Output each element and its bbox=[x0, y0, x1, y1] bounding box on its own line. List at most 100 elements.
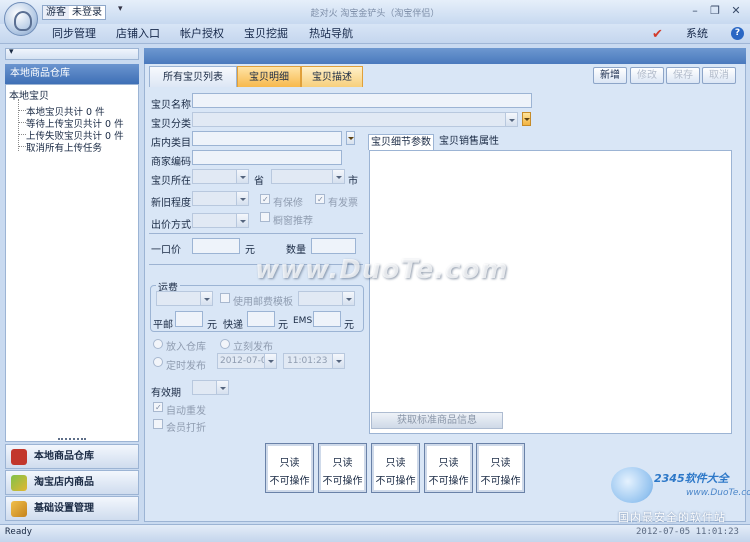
tree-item-cancel-all[interactable]: 取消所有上传任务 bbox=[26, 140, 102, 154]
edit-button[interactable]: 修改 bbox=[630, 67, 664, 84]
minimize-button[interactable]: – bbox=[688, 4, 702, 18]
shop-category-input[interactable] bbox=[192, 131, 342, 146]
to-warehouse-radio[interactable] bbox=[153, 339, 163, 349]
province-label: 省 bbox=[254, 176, 264, 187]
ems-unit: 元 bbox=[344, 320, 354, 331]
tree-root-local-items[interactable]: 本地宝贝 bbox=[9, 87, 49, 102]
cube-icon bbox=[11, 475, 27, 491]
tab-detail-params[interactable]: 宝贝细节参数 bbox=[368, 134, 434, 150]
freight-template-select[interactable] bbox=[298, 291, 355, 306]
tab-sales-attributes[interactable]: 宝贝销售属性 bbox=[436, 134, 502, 150]
recommend-label: 橱窗推荐 bbox=[273, 216, 313, 227]
readonly-note: 不可操作 bbox=[269, 476, 310, 487]
menu-hot-sites[interactable]: 热站导航 bbox=[309, 26, 353, 42]
chevron-down-icon bbox=[332, 170, 344, 183]
sale-method-select[interactable] bbox=[192, 213, 249, 228]
readonly-note: 不可操作 bbox=[375, 476, 416, 487]
merchant-code-input[interactable] bbox=[192, 150, 342, 165]
not-logged-in-label[interactable]: 未登录 bbox=[69, 6, 105, 19]
close-button[interactable]: ✕ bbox=[729, 4, 743, 18]
tab-item-description[interactable]: 宝贝描述 bbox=[301, 66, 363, 87]
city-label: 市 bbox=[348, 176, 358, 187]
tree-connector bbox=[18, 146, 26, 147]
express-fee-input[interactable] bbox=[247, 311, 275, 327]
price-unit-label: 元 bbox=[245, 245, 255, 256]
province-select[interactable] bbox=[192, 169, 249, 184]
readonly-slot: 只读 不可操作 bbox=[371, 443, 420, 493]
left-pane-collapse-strip[interactable]: ▾ bbox=[5, 47, 139, 60]
detail-params-panel[interactable] bbox=[369, 150, 732, 434]
menu-item-mining[interactable]: 宝贝挖掘 bbox=[244, 26, 288, 42]
tab-item-detail[interactable]: 宝贝明细 bbox=[237, 66, 301, 87]
readonly-label: 只读 bbox=[332, 458, 353, 469]
quantity-input[interactable] bbox=[311, 238, 356, 254]
shop-category-label: 店内类目 bbox=[151, 138, 191, 149]
auto-repost-checkbox[interactable] bbox=[153, 402, 163, 412]
local-item-tree: 本地宝贝 本地宝贝共计 0 件 等待上传宝贝共计 0 件 上传失败宝贝共计 0 … bbox=[5, 84, 139, 442]
get-standard-info-button[interactable]: 获取标准商品信息 bbox=[371, 412, 503, 429]
category-picker-button[interactable] bbox=[522, 112, 531, 126]
publish-now-radio[interactable] bbox=[220, 339, 230, 349]
chevron-down-icon bbox=[200, 292, 212, 305]
nav-shop-items[interactable]: 淘宝店内商品 bbox=[5, 470, 139, 495]
taobao-icon bbox=[11, 449, 27, 465]
menu-shop-entry[interactable]: 店铺入口 bbox=[116, 26, 160, 42]
watermark-brand: 2345软件大全 bbox=[654, 472, 729, 485]
ems-label: EMS bbox=[293, 316, 313, 326]
warranty-checkbox[interactable] bbox=[260, 194, 270, 204]
location-label: 宝贝所在 bbox=[151, 176, 191, 187]
status-text: Ready bbox=[5, 527, 33, 537]
help-icon[interactable]: ? bbox=[731, 27, 744, 40]
item-category-select[interactable] bbox=[192, 112, 518, 127]
add-button[interactable]: 新增 bbox=[593, 67, 627, 84]
watermark-slogan: 国内最安全的软件站 bbox=[618, 511, 726, 524]
quick-access-dropdown-icon[interactable]: ▾ bbox=[118, 4, 123, 14]
menu-sync-manage[interactable]: 同步管理 bbox=[52, 26, 96, 42]
nav-local-warehouse[interactable]: 本地商品仓库 bbox=[5, 444, 139, 469]
use-template-checkbox[interactable] bbox=[220, 293, 230, 303]
vip-discount-checkbox[interactable] bbox=[153, 419, 163, 429]
readonly-slot: 只读 不可操作 bbox=[318, 443, 367, 493]
left-pane-header: 本地商品仓库 bbox=[5, 64, 139, 84]
shop-category-dropdown-button[interactable] bbox=[346, 131, 355, 145]
invoice-label: 有发票 bbox=[328, 198, 358, 209]
save-button[interactable]: 保存 bbox=[666, 67, 700, 84]
readonly-note: 不可操作 bbox=[480, 476, 521, 487]
tab-all-items[interactable]: 所有宝贝列表 bbox=[149, 66, 237, 87]
condition-select[interactable] bbox=[192, 191, 249, 206]
splitter-grip[interactable] bbox=[58, 438, 86, 442]
validity-label: 有效期 bbox=[151, 388, 181, 399]
app-menu-orb-icon[interactable] bbox=[4, 2, 38, 36]
price-input[interactable] bbox=[192, 238, 240, 254]
nav-label: 本地商品仓库 bbox=[34, 451, 94, 462]
tree-connector bbox=[18, 122, 26, 123]
cancel-button[interactable]: 取消 bbox=[702, 67, 736, 84]
chevron-down-icon bbox=[216, 381, 228, 394]
tree-connector bbox=[18, 99, 19, 151]
publish-time-value: 11:01:23 bbox=[287, 356, 328, 366]
tools-icon[interactable]: ✔ bbox=[652, 27, 663, 42]
scheduled-radio[interactable] bbox=[153, 357, 163, 367]
item-name-input[interactable] bbox=[192, 93, 532, 108]
chevron-down-icon bbox=[236, 192, 248, 205]
publish-time-stepper[interactable]: 11:01:23 bbox=[283, 353, 345, 369]
city-select[interactable] bbox=[271, 169, 345, 184]
validity-select[interactable] bbox=[192, 380, 229, 395]
watermark-logo-icon bbox=[611, 467, 653, 503]
freight-payer-select[interactable] bbox=[156, 291, 213, 306]
restore-button[interactable]: ❐ bbox=[708, 4, 722, 18]
invoice-checkbox[interactable] bbox=[315, 194, 325, 204]
chevron-down-icon bbox=[236, 170, 248, 183]
surface-mail-label: 平邮 bbox=[153, 320, 173, 331]
item-category-label: 宝贝分类 bbox=[151, 119, 191, 130]
ems-fee-input[interactable] bbox=[313, 311, 341, 327]
spinner-icon bbox=[332, 354, 344, 368]
login-status[interactable]: 游客 未登录 bbox=[42, 5, 106, 20]
surface-mail-fee-input[interactable] bbox=[175, 311, 203, 327]
publish-date-picker[interactable]: 2012-07-0 bbox=[217, 353, 277, 369]
menu-account-auth[interactable]: 帐户授权 bbox=[180, 26, 224, 42]
nav-basic-settings[interactable]: 基础设置管理 bbox=[5, 496, 139, 521]
menu-bar bbox=[0, 24, 750, 44]
recommend-checkbox[interactable] bbox=[260, 212, 270, 222]
menu-system[interactable]: 系统 bbox=[686, 26, 708, 42]
